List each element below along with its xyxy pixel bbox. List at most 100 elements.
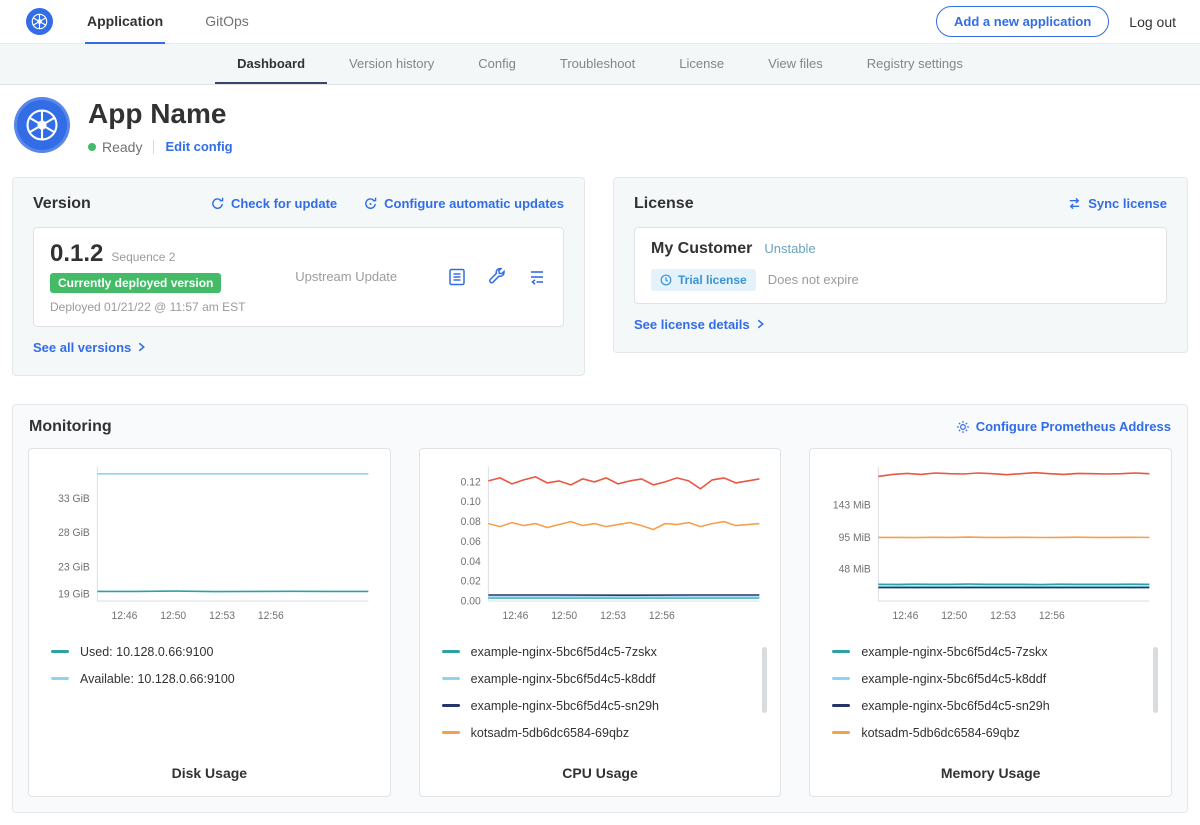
legend-label: example-nginx-5bc6f5d4c5-7zskx bbox=[861, 645, 1047, 659]
see-license-details-link[interactable]: See license details bbox=[634, 317, 765, 332]
release-notes-icon[interactable] bbox=[447, 267, 467, 287]
memory-usage-chart[interactable]: 143 MiB95 MiB48 MiB12:4612:5012:5312:56 bbox=[820, 459, 1161, 631]
legend-swatch-icon bbox=[832, 677, 850, 680]
deployed-version-badge: Currently deployed version bbox=[50, 273, 221, 293]
legend-scrollbar[interactable] bbox=[762, 647, 767, 713]
y-tick-label: 33 GiB bbox=[58, 492, 90, 504]
config-wrench-icon[interactable] bbox=[487, 267, 507, 287]
legend-item: example-nginx-5bc6f5d4c5-7zskx bbox=[442, 645, 755, 659]
channel-name: Unstable bbox=[764, 241, 815, 256]
legend-item: Available: 10.128.0.66:9100 bbox=[51, 672, 364, 686]
chevron-right-icon bbox=[756, 318, 765, 330]
configure-prometheus-link[interactable]: Configure Prometheus Address bbox=[956, 419, 1171, 434]
disk-usage-title: Disk Usage bbox=[39, 757, 380, 781]
app-logo-icon bbox=[14, 97, 70, 153]
configure-automatic-updates-label: Configure automatic updates bbox=[384, 196, 564, 211]
customer-name: My Customer bbox=[651, 240, 752, 258]
cpu-usage-panel: 0.120.100.080.060.040.020.0012:4612:5012… bbox=[419, 448, 782, 797]
y-tick-label: 23 GiB bbox=[58, 561, 90, 573]
subnav-tab-license[interactable]: License bbox=[657, 44, 746, 84]
legend-swatch-icon bbox=[51, 650, 69, 653]
disk-usage-legend: Used: 10.128.0.66:9100 Available: 10.128.… bbox=[51, 645, 380, 699]
logout-link[interactable]: Log out bbox=[1129, 14, 1176, 30]
subnav-tab-view-files[interactable]: View files bbox=[746, 44, 845, 84]
diff-lines-icon[interactable] bbox=[527, 267, 547, 287]
x-tick-label: 12:50 bbox=[160, 610, 186, 622]
page-title: App Name bbox=[88, 97, 233, 130]
legend-swatch-icon bbox=[51, 677, 69, 680]
refresh-icon bbox=[210, 196, 225, 211]
legend-swatch-icon bbox=[832, 650, 850, 653]
legend-item: example-nginx-5bc6f5d4c5-sn29h bbox=[442, 699, 755, 713]
y-tick-label: 0.00 bbox=[460, 595, 480, 607]
edit-config-link[interactable]: Edit config bbox=[165, 139, 232, 154]
legend-label: example-nginx-5bc6f5d4c5-sn29h bbox=[861, 699, 1049, 713]
monitoring-card: Monitoring Configure Prometheus Address … bbox=[12, 404, 1188, 813]
see-all-versions-label: See all versions bbox=[33, 340, 131, 355]
y-tick-label: 0.02 bbox=[460, 575, 480, 587]
memory-usage-title: Memory Usage bbox=[820, 757, 1161, 781]
version-number: 0.1.2 bbox=[50, 240, 103, 268]
version-sequence: Sequence 2 bbox=[111, 250, 175, 264]
y-tick-label: 95 MiB bbox=[839, 531, 871, 543]
x-tick-label: 12:46 bbox=[502, 610, 528, 622]
y-tick-label: 0.08 bbox=[460, 516, 480, 528]
disk-usage-chart[interactable]: 33 GiB28 GiB23 GiB19 GiB12:4612:5012:531… bbox=[39, 459, 380, 631]
sync-arrows-icon bbox=[1067, 196, 1082, 211]
tab-application[interactable]: Application bbox=[85, 0, 165, 44]
trial-license-label: Trial license bbox=[678, 273, 747, 287]
divider bbox=[153, 140, 154, 154]
check-for-update-label: Check for update bbox=[231, 196, 337, 211]
configure-prometheus-label: Configure Prometheus Address bbox=[976, 419, 1171, 434]
legend-scrollbar[interactable] bbox=[1153, 647, 1158, 713]
legend-item: example-nginx-5bc6f5d4c5-k8ddf bbox=[832, 672, 1145, 686]
status-dot bbox=[88, 143, 96, 151]
subnav-tab-troubleshoot[interactable]: Troubleshoot bbox=[538, 44, 657, 84]
clock-icon bbox=[660, 274, 672, 286]
subnav-tab-config[interactable]: Config bbox=[456, 44, 538, 84]
license-box: My Customer Unstable Trial license Does … bbox=[634, 227, 1167, 304]
memory-usage-panel: 143 MiB95 MiB48 MiB12:4612:5012:5312:56 … bbox=[809, 448, 1172, 797]
license-expiry: Does not expire bbox=[768, 272, 859, 287]
legend-label: example-nginx-5bc6f5d4c5-k8ddf bbox=[471, 672, 656, 686]
x-tick-label: 12:53 bbox=[990, 610, 1016, 622]
add-application-button[interactable]: Add a new application bbox=[936, 6, 1109, 37]
y-tick-label: 28 GiB bbox=[58, 527, 90, 539]
license-card-title: License bbox=[634, 195, 694, 213]
y-tick-label: 0.10 bbox=[460, 496, 480, 508]
see-all-versions-link[interactable]: See all versions bbox=[33, 340, 146, 355]
cpu-usage-legend: example-nginx-5bc6f5d4c5-7zskx example-ng… bbox=[442, 645, 771, 753]
tab-gitops[interactable]: GitOps bbox=[203, 0, 251, 44]
subnav-tab-registry-settings[interactable]: Registry settings bbox=[845, 44, 985, 84]
configure-automatic-updates-link[interactable]: Configure automatic updates bbox=[363, 196, 564, 211]
y-tick-label: 0.12 bbox=[460, 476, 480, 488]
x-tick-label: 12:53 bbox=[600, 610, 626, 622]
y-tick-label: 48 MiB bbox=[839, 563, 871, 575]
x-tick-label: 12:56 bbox=[649, 610, 675, 622]
sync-license-link[interactable]: Sync license bbox=[1067, 196, 1167, 211]
legend-swatch-icon bbox=[442, 731, 460, 734]
check-for-update-link[interactable]: Check for update bbox=[210, 196, 337, 211]
legend-item: Used: 10.128.0.66:9100 bbox=[51, 645, 364, 659]
legend-label: kotsadm-5db6dc6584-69qbz bbox=[861, 726, 1019, 740]
cpu-usage-chart[interactable]: 0.120.100.080.060.040.020.0012:4612:5012… bbox=[430, 459, 771, 631]
kubernetes-logo-icon[interactable] bbox=[26, 8, 53, 35]
app-header: App Name Ready Edit config bbox=[0, 85, 1200, 171]
legend-label: Available: 10.128.0.66:9100 bbox=[80, 672, 235, 686]
top-nav: Application GitOps Add a new application… bbox=[0, 0, 1200, 44]
sync-license-label: Sync license bbox=[1088, 196, 1167, 211]
see-license-details-label: See license details bbox=[634, 317, 750, 332]
version-card: Version Check for update bbox=[12, 177, 585, 376]
legend-label: example-nginx-5bc6f5d4c5-sn29h bbox=[471, 699, 659, 713]
series-line bbox=[879, 537, 1150, 538]
version-card-title: Version bbox=[33, 195, 91, 213]
legend-swatch-icon bbox=[442, 704, 460, 707]
helm-wheel-icon bbox=[30, 12, 49, 31]
memory-usage-legend: example-nginx-5bc6f5d4c5-7zskx example-ng… bbox=[832, 645, 1161, 753]
series-line bbox=[488, 521, 759, 529]
x-tick-label: 12:56 bbox=[258, 610, 284, 622]
series-line bbox=[97, 591, 368, 592]
subnav-tab-version-history[interactable]: Version history bbox=[327, 44, 456, 84]
x-tick-label: 12:50 bbox=[551, 610, 577, 622]
subnav-tab-dashboard[interactable]: Dashboard bbox=[215, 44, 327, 84]
